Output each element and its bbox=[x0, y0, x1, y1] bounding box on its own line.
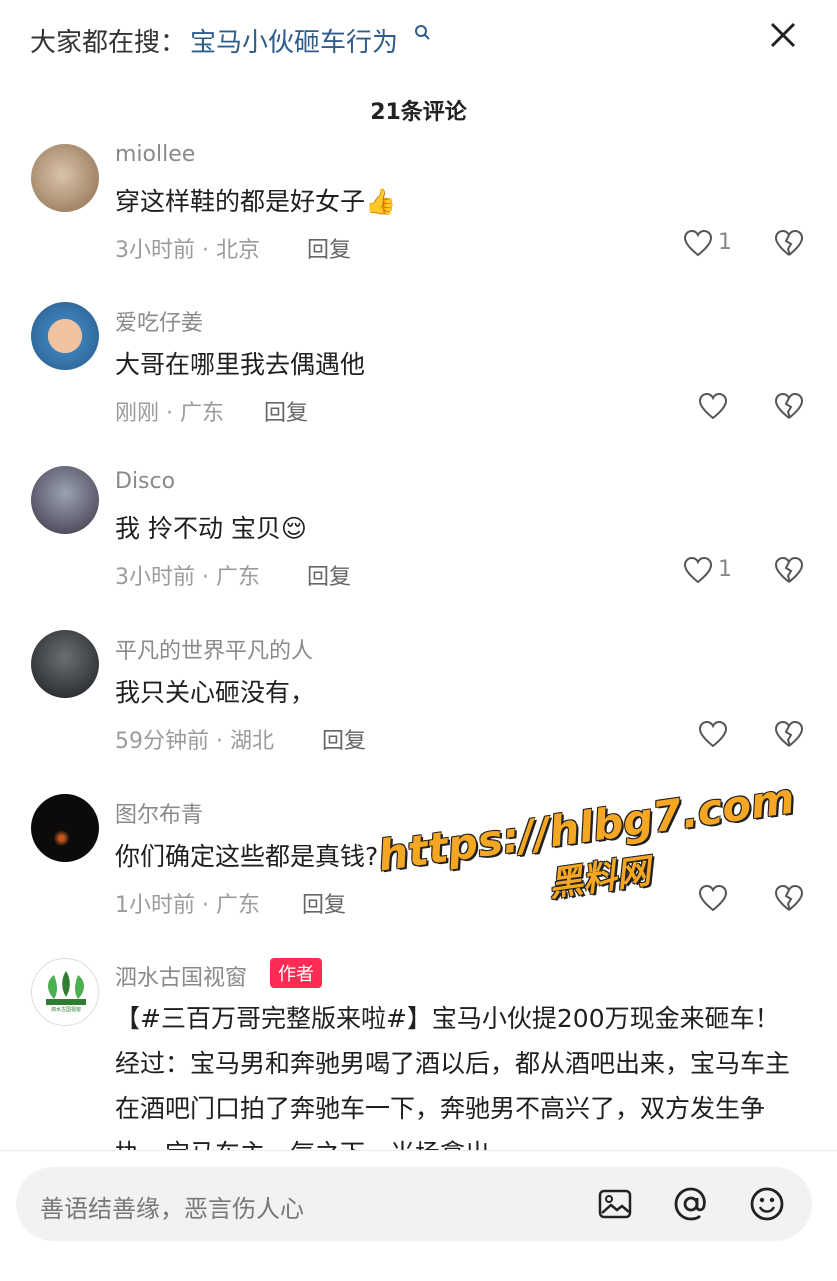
comment-meta: 刚刚 · 广东 bbox=[115, 401, 224, 426]
emoji-icon[interactable] bbox=[748, 1185, 786, 1223]
comment-meta: 3小时前 · 北京 bbox=[115, 238, 260, 263]
channel-logo-icon: 泗水古国视窗 bbox=[46, 971, 86, 1013]
like-count: 1 bbox=[718, 230, 732, 255]
heart-icon bbox=[698, 720, 728, 748]
comment-username[interactable]: 泗水古国视窗 bbox=[115, 960, 247, 992]
comment-text: 我 拎不动 宝贝😌 bbox=[115, 514, 307, 543]
comment-username[interactable]: 图尔布青 bbox=[115, 797, 203, 829]
close-icon[interactable] bbox=[762, 14, 804, 56]
reply-button[interactable]: 回复 bbox=[307, 232, 351, 264]
like-button[interactable] bbox=[697, 391, 731, 425]
search-suggestion-prefix: 大家都在搜： bbox=[30, 28, 187, 58]
watermark: https://hlbg7.com 黑料网 bbox=[375, 774, 804, 929]
mention-icon[interactable] bbox=[672, 1185, 710, 1223]
comment-text: 你们确定这些都是真钱? bbox=[115, 842, 379, 871]
image-icon[interactable] bbox=[596, 1185, 634, 1223]
like-button[interactable] bbox=[697, 719, 731, 753]
comment-meta: 59分钟前 · 湖北 bbox=[115, 729, 274, 754]
avatar[interactable] bbox=[31, 302, 99, 370]
heart-icon bbox=[683, 229, 713, 257]
comment-text: 我只关心砸没有， bbox=[115, 678, 316, 707]
like-button[interactable]: 1 bbox=[682, 555, 742, 589]
comment-count: 21条评论 bbox=[370, 100, 467, 125]
comment-text: 【#三百万哥完整版来啦#】宝马小伙提200万现金来砸车！经过：宝马男和奔驰男喝了… bbox=[115, 1004, 791, 1164]
heart-icon bbox=[698, 392, 728, 420]
reply-button[interactable]: 回复 bbox=[264, 395, 308, 427]
comment-meta: 1小时前 · 广东 bbox=[115, 893, 260, 918]
comment-text: 穿这样鞋的都是好女子👍 bbox=[115, 187, 397, 216]
top-bar: 大家都在搜： 宝马小伙砸车行为 bbox=[0, 0, 837, 80]
broken-heart-icon[interactable] bbox=[773, 719, 805, 751]
comment-input[interactable]: 善语结善缘，恶言伤人心 bbox=[16, 1167, 812, 1241]
avatar[interactable]: 泗水古国视窗 bbox=[31, 958, 99, 1026]
heart-icon bbox=[683, 556, 713, 584]
heart-icon bbox=[698, 884, 728, 912]
broken-heart-icon[interactable] bbox=[773, 228, 805, 260]
watermark-name: 黑料网 bbox=[546, 851, 653, 906]
comment-input-bar: 善语结善缘，恶言伤人心 bbox=[0, 1150, 837, 1281]
watermark-url: https://hlbg7.com bbox=[375, 773, 798, 881]
reply-button[interactable]: 回复 bbox=[307, 559, 351, 591]
comment-username[interactable]: 爱吃仔姜 bbox=[115, 305, 203, 337]
broken-heart-icon[interactable] bbox=[773, 555, 805, 587]
svg-text:泗水古国视窗: 泗水古国视窗 bbox=[51, 1006, 81, 1013]
like-count: 1 bbox=[718, 557, 732, 582]
broken-heart-icon[interactable] bbox=[773, 391, 805, 423]
comment-text: 大哥在哪里我去偶遇他 bbox=[115, 350, 366, 379]
search-suggestion-link[interactable]: 宝马小伙砸车行为 bbox=[190, 22, 398, 59]
reply-button[interactable]: 回复 bbox=[302, 887, 346, 919]
like-button[interactable] bbox=[697, 883, 731, 917]
comment-meta: 3小时前 · 广东 bbox=[115, 565, 260, 590]
avatar[interactable] bbox=[31, 466, 99, 534]
search-icon[interactable] bbox=[414, 24, 432, 42]
comment-input-placeholder: 善语结善缘，恶言伤人心 bbox=[40, 1195, 304, 1223]
comment-username[interactable]: miollee bbox=[115, 142, 195, 167]
comment-username[interactable]: 平凡的世界平凡的人 bbox=[115, 633, 313, 665]
avatar[interactable] bbox=[31, 630, 99, 698]
avatar[interactable] bbox=[31, 144, 99, 212]
like-button[interactable]: 1 bbox=[682, 228, 742, 262]
comment-username[interactable]: Disco bbox=[115, 469, 175, 494]
broken-heart-icon[interactable] bbox=[773, 883, 805, 915]
author-badge: 作者 bbox=[270, 958, 322, 988]
reply-button[interactable]: 回复 bbox=[322, 723, 366, 755]
avatar[interactable] bbox=[31, 794, 99, 862]
